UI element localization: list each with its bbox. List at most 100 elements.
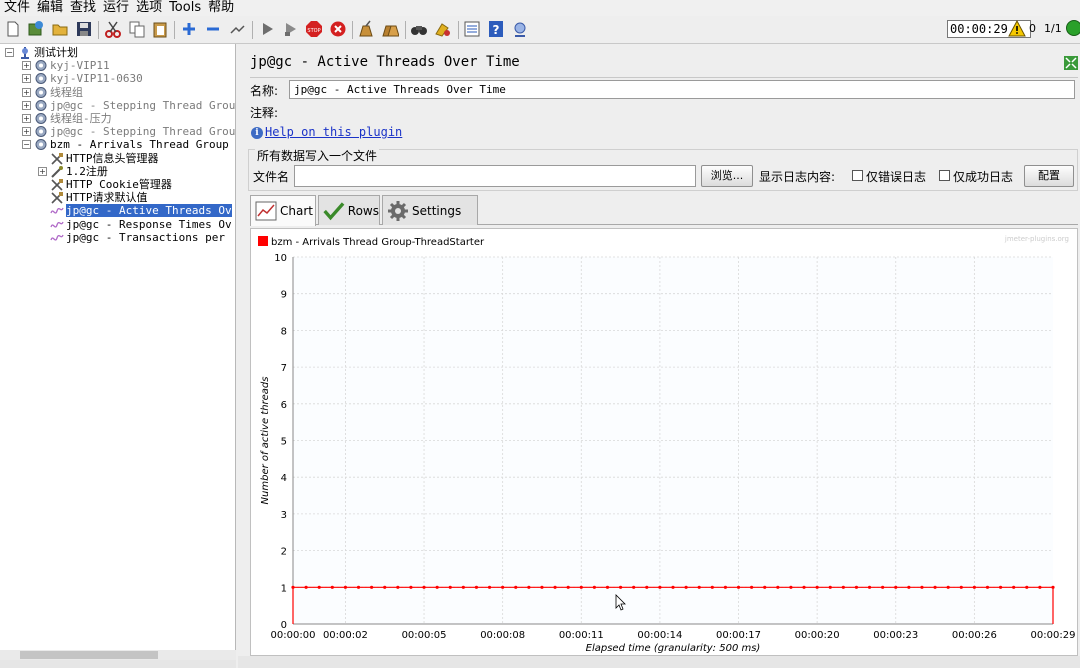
- configure-button[interactable]: 配置: [1024, 165, 1074, 187]
- thread-group-icon: [35, 126, 47, 138]
- thread-group-icon: [35, 60, 47, 72]
- x-tick-label: 00:00:05: [402, 630, 447, 641]
- success-only-label[interactable]: 仅成功日志: [953, 168, 1013, 185]
- menu-item-2[interactable]: 查找: [70, 0, 96, 16]
- config-element-icon: [51, 192, 63, 204]
- thread-group-icon: [35, 86, 47, 98]
- y-tick-label: 7: [281, 363, 287, 374]
- tree-node-label[interactable]: 线程组: [50, 86, 83, 99]
- x-tick-label: 00:00:02: [323, 630, 368, 641]
- data-point: [1051, 585, 1055, 589]
- stop-icon[interactable]: STOP: [305, 20, 323, 38]
- data-point: [985, 585, 990, 589]
- data-point: [330, 585, 334, 589]
- reset-search-icon[interactable]: [434, 20, 452, 38]
- save-icon[interactable]: [75, 20, 93, 38]
- active-thread-ratio: 1/1: [1044, 22, 1062, 35]
- errors-only-checkbox[interactable]: [852, 170, 863, 181]
- data-point: [461, 585, 465, 589]
- menu-item-3[interactable]: 运行: [103, 0, 129, 16]
- collapse-node-icon[interactable]: −: [5, 48, 14, 57]
- main-panel: jp@gc - Active Threads Over Time 名称: jp@…: [238, 44, 1080, 668]
- data-point: [750, 585, 754, 589]
- expand-node-icon[interactable]: +: [22, 74, 31, 84]
- remote-icon[interactable]: [511, 20, 529, 38]
- tree-node-label[interactable]: jp@gc - Active Threads Ov: [66, 204, 232, 218]
- svg-text:STOP: STOP: [307, 28, 320, 34]
- collapse-node-icon[interactable]: −: [22, 140, 31, 150]
- expand-node-icon[interactable]: +: [22, 114, 31, 123]
- expand-node-icon[interactable]: +: [38, 166, 47, 176]
- tree-node-label[interactable]: jp@gc - Transactions per: [66, 231, 225, 244]
- menu-item-4[interactable]: 选项: [136, 0, 162, 16]
- new-file-icon[interactable]: [4, 20, 22, 38]
- toggle-icon[interactable]: [228, 20, 246, 38]
- tree-node-label[interactable]: bzm - Arrivals Thread Group: [50, 138, 229, 151]
- expand-node-icon[interactable]: +: [22, 100, 31, 110]
- name-input[interactable]: jp@gc - Active Threads Over Time: [289, 80, 1075, 99]
- start-icon[interactable]: [258, 20, 276, 38]
- x-tick-label: 00:00:08: [480, 630, 525, 641]
- tree-node-label[interactable]: 测试计划: [34, 46, 78, 59]
- tree-node-label[interactable]: jp@gc - Response Times Ov: [66, 218, 232, 231]
- filename-input[interactable]: [294, 165, 696, 187]
- tab-settings[interactable]: Settings: [382, 195, 478, 225]
- templates-icon[interactable]: [27, 20, 45, 38]
- collapse-all-icon[interactable]: [204, 20, 222, 38]
- y-tick-label: 3: [281, 510, 287, 521]
- clear-all-icon[interactable]: [381, 20, 399, 38]
- data-point: [815, 585, 819, 589]
- expand-node-icon[interactable]: +: [22, 87, 31, 97]
- clear-icon[interactable]: [357, 20, 375, 38]
- help-plugin-link[interactable]: Help on this plugin: [265, 125, 402, 139]
- expand-all-icon[interactable]: [180, 20, 198, 38]
- tab-rows[interactable]: Rows: [318, 195, 380, 225]
- tree-bottom-bar: [0, 660, 236, 668]
- cut-icon[interactable]: [104, 20, 122, 38]
- tree-node-label[interactable]: 线程组-压力: [50, 112, 112, 125]
- data-point: [1025, 585, 1029, 589]
- help-icon[interactable]: ?: [487, 20, 505, 38]
- menu-item-1[interactable]: 编辑: [37, 0, 63, 16]
- data-point: [566, 585, 570, 589]
- file-group-title: 所有数据写入一个文件: [255, 147, 380, 164]
- expand-node-icon[interactable]: +: [22, 127, 31, 137]
- data-point: [448, 585, 452, 589]
- listener-graph-icon: [50, 208, 64, 215]
- warning-icon[interactable]: [1008, 20, 1026, 37]
- tree-node-label[interactable]: 1.2注册: [66, 165, 108, 178]
- menu-item-0[interactable]: 文件: [4, 0, 30, 16]
- shutdown-icon[interactable]: [329, 20, 347, 38]
- filename-label: 文件名: [253, 170, 290, 184]
- paste-icon[interactable]: [151, 20, 169, 38]
- data-point: [592, 585, 596, 589]
- thread-group-icon: [35, 139, 47, 151]
- data-point: [828, 585, 832, 589]
- maximize-icon[interactable]: [1064, 56, 1078, 70]
- chart-icon: [255, 201, 277, 221]
- tree-node-label[interactable]: jp@gc - Stepping Thread Grou: [50, 125, 235, 138]
- data-point: [998, 585, 1003, 589]
- tree-node-label[interactable]: HTTP Cookie管理器: [66, 178, 172, 191]
- search-icon[interactable]: [410, 20, 428, 38]
- tab-chart[interactable]: Chart: [250, 195, 316, 226]
- function-helper-icon[interactable]: [463, 20, 481, 38]
- open-icon[interactable]: [51, 20, 69, 38]
- copy-icon[interactable]: [128, 20, 146, 38]
- x-tick-label: 00:00:20: [795, 630, 840, 641]
- tree-node-label[interactable]: HTTP请求默认值: [66, 191, 148, 204]
- start-no-pause-icon[interactable]: [281, 20, 299, 38]
- tree-node-label[interactable]: kyj-VIP11: [50, 59, 110, 72]
- tree-horizontal-scrollbar[interactable]: [0, 650, 236, 660]
- success-only-checkbox[interactable]: [939, 170, 950, 181]
- browse-button[interactable]: 浏览...: [701, 165, 753, 187]
- tree-node-label[interactable]: jp@gc - Stepping Thread Grou: [50, 99, 235, 112]
- expand-node-icon[interactable]: +: [22, 61, 31, 71]
- tree-node-label[interactable]: HTTP信息头管理器: [66, 152, 159, 165]
- scrollbar-thumb[interactable]: [20, 651, 158, 659]
- tree-node-label[interactable]: kyj-VIP11-0630: [50, 72, 143, 85]
- errors-only-label[interactable]: 仅错误日志: [866, 168, 926, 185]
- menu-item-5[interactable]: Tools: [169, 0, 201, 16]
- legend-swatch: [258, 236, 268, 246]
- menu-item-6[interactable]: 帮助: [208, 0, 234, 16]
